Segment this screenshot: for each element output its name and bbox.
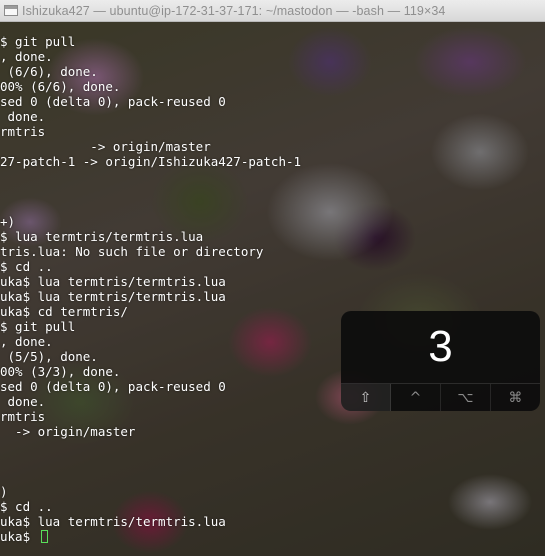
terminal-line-text: (5/5), done. bbox=[0, 349, 98, 364]
terminal-line: $ lua termtris/termtris.lua bbox=[0, 229, 301, 244]
terminal-line: 00% (6/6), done. bbox=[0, 79, 301, 94]
terminal-line-text: rmtris bbox=[0, 409, 46, 424]
terminal-line: done. bbox=[0, 109, 301, 124]
terminal-line-text: uka$ lua termtris/termtris.lua bbox=[0, 289, 226, 304]
terminal-window: Ishizuka427 — ubuntu@ip-172-31-37-171: ~… bbox=[0, 0, 545, 556]
title-bar[interactable]: Ishizuka427 — ubuntu@ip-172-31-37-171: ~… bbox=[0, 0, 545, 22]
terminal-line-text: , done. bbox=[0, 334, 53, 349]
terminal-line: $ git pull bbox=[0, 34, 301, 49]
terminal-line-text: ) bbox=[0, 484, 8, 499]
folder-proxy-icon[interactable] bbox=[4, 5, 18, 16]
command-key-icon: ⌘ bbox=[508, 389, 523, 406]
terminal-line-text: , done. bbox=[0, 49, 53, 64]
terminal-line: sed 0 (delta 0), pack-reused 0 bbox=[0, 379, 301, 394]
terminal-line: $ cd .. bbox=[0, 259, 301, 274]
terminal-line: -> origin/master bbox=[0, 424, 301, 439]
terminal-line: (6/6), done. bbox=[0, 64, 301, 79]
terminal-line: uka$ cd termtris/ bbox=[0, 304, 301, 319]
terminal-line: rmtris bbox=[0, 124, 301, 139]
window-title: Ishizuka427 — ubuntu@ip-172-31-37-171: ~… bbox=[22, 3, 446, 18]
terminal-line: (5/5), done. bbox=[0, 349, 301, 364]
terminal-line-text: -> origin/master bbox=[0, 424, 136, 439]
terminal-line-text: 27-patch-1 -> origin/Ishizuka427-patch-1 bbox=[0, 154, 302, 169]
terminal-line: $ cd .. bbox=[0, 499, 301, 514]
terminal-line-text: rmtris bbox=[0, 124, 46, 139]
terminal-line-text: sed 0 (delta 0), pack-reused 0 bbox=[0, 94, 226, 109]
terminal-line-text: +) bbox=[0, 214, 16, 229]
terminal-line: uka$ lua termtris/termtris.lua bbox=[0, 274, 301, 289]
terminal-line: rmtris bbox=[0, 409, 301, 424]
terminal-line-text: (6/6), done. bbox=[0, 64, 98, 79]
terminal-line-text: $ cd .. bbox=[0, 499, 53, 514]
option-key-icon: ⌥ bbox=[441, 384, 491, 411]
terminal-line-text: $ lua termtris/termtris.lua bbox=[0, 229, 204, 244]
terminal-line: , done. bbox=[0, 49, 301, 64]
terminal-line: sed 0 (delta 0), pack-reused 0 bbox=[0, 94, 301, 109]
terminal-line-text: $ git pull bbox=[0, 319, 76, 334]
terminal-line: tris.lua: No such file or directory bbox=[0, 244, 301, 259]
terminal-line: , done. bbox=[0, 334, 301, 349]
terminal-line-text: tris.lua: No such file or directory bbox=[0, 244, 264, 259]
terminal-line-text: uka$ cd termtris/ bbox=[0, 304, 128, 319]
terminal-line-text: 00% (3/3), done. bbox=[0, 364, 121, 379]
terminal-line: uka$ lua termtris/termtris.lua bbox=[0, 514, 301, 529]
terminal-line-text: $ git pull bbox=[0, 34, 76, 49]
terminal-line-text: uka$ bbox=[0, 529, 38, 544]
terminal-line-text: sed 0 (delta 0), pack-reused 0 bbox=[0, 379, 226, 394]
terminal-view[interactable]: $ git pull, done. (6/6), done. 00% (6/6),… bbox=[0, 22, 545, 556]
terminal-line: uka$ lua termtris/termtris.lua bbox=[0, 289, 301, 304]
control-key-icon: ^ bbox=[391, 384, 441, 411]
keystroke-overlay: 3 ⇧ ^ ⌥ ⌘ bbox=[341, 311, 540, 411]
terminal-line: -> origin/master bbox=[0, 139, 301, 154]
terminal-line-text: uka$ lua termtris/termtris.lua bbox=[0, 514, 226, 529]
text-cursor bbox=[40, 530, 48, 543]
terminal-line-text: 00% (6/6), done. bbox=[0, 79, 121, 94]
terminal-line: ) bbox=[0, 484, 301, 499]
terminal-line: done. bbox=[0, 394, 301, 409]
terminal-line-text: done. bbox=[0, 394, 46, 409]
terminal-line-text: done. bbox=[0, 109, 46, 124]
terminal-output: $ git pull, done. (6/6), done. 00% (6/6),… bbox=[0, 34, 301, 544]
terminal-line: 00% (3/3), done. bbox=[0, 364, 301, 379]
terminal-line: uka$ bbox=[0, 529, 301, 544]
shift-key-icon: ⇧ bbox=[341, 384, 391, 411]
terminal-line-text: uka$ lua termtris/termtris.lua bbox=[0, 274, 226, 289]
terminal-line: +) bbox=[0, 214, 301, 229]
pressed-key: 3 bbox=[428, 322, 453, 371]
terminal-line-text: -> origin/master bbox=[0, 139, 211, 154]
terminal-line: 27-patch-1 -> origin/Ishizuka427-patch-1 bbox=[0, 154, 301, 169]
terminal-line-text: $ cd .. bbox=[0, 259, 53, 274]
modifier-keys: ⇧ ^ ⌥ ⌘ bbox=[341, 383, 540, 411]
terminal-line: $ git pull bbox=[0, 319, 301, 334]
